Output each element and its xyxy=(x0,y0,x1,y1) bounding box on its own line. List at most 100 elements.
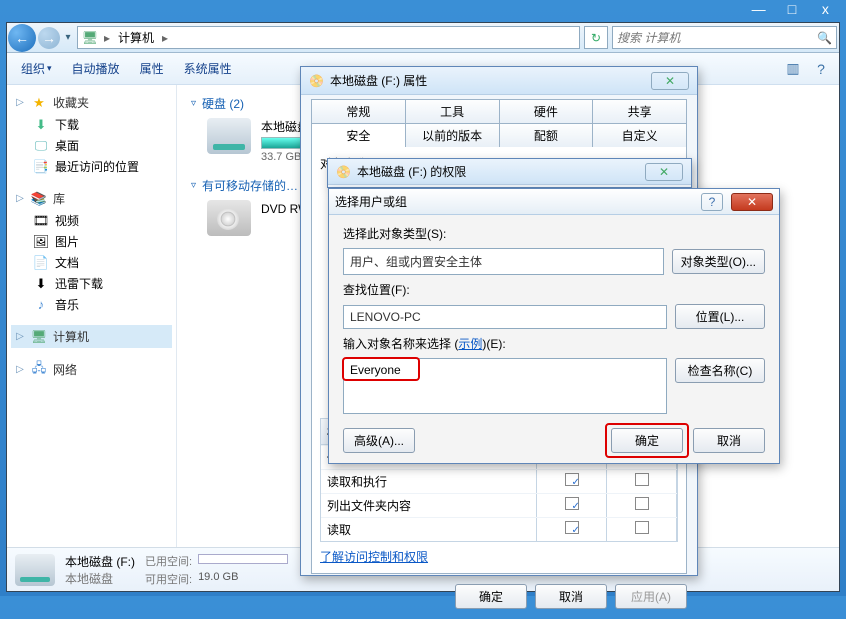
check-names-button[interactable]: 检查名称(C) xyxy=(675,358,765,383)
tab-hardware[interactable]: 硬件 xyxy=(499,99,594,123)
properties-button[interactable]: 属性 xyxy=(132,57,172,80)
free-space-value: 19.0 GB xyxy=(198,571,288,587)
permissions-dialog: 📀 本地磁盘 (F:) 的权限 ✕ xyxy=(327,158,692,188)
free-space-label: 可用空间: xyxy=(145,571,192,587)
document-icon: 📄 xyxy=(33,255,49,271)
cancel-button[interactable]: 取消 xyxy=(693,428,765,453)
breadcrumb-sep: ▸ xyxy=(102,31,112,45)
help-button[interactable]: ? xyxy=(701,193,723,211)
permissions-titlebar[interactable]: 📀 本地磁盘 (F:) 的权限 ✕ xyxy=(328,159,691,185)
recent-icon: 📑 xyxy=(33,159,49,175)
address-bar[interactable]: 🖥 ▸ 计算机 ▸ xyxy=(77,26,580,49)
search-input[interactable]: 搜索 计算机 🔍 xyxy=(612,26,837,49)
examples-link[interactable]: 示例 xyxy=(458,337,482,351)
close-icon[interactable]: ✕ xyxy=(651,72,689,90)
download-icon: ⬇ xyxy=(33,276,49,292)
nav-forward-button[interactable]: → xyxy=(38,27,60,49)
search-placeholder: 搜索 计算机 xyxy=(617,29,680,46)
close-button[interactable]: ✕ xyxy=(731,193,773,211)
libraries-group[interactable]: ▷📚库 xyxy=(11,187,172,210)
sidebar-item-network[interactable]: ▷🖧网络 xyxy=(11,358,172,381)
select-dialog-titlebar[interactable]: 选择用户或组 ? ✕ xyxy=(329,189,779,215)
properties-title: 本地磁盘 (F:) 属性 xyxy=(330,72,645,89)
tab-general[interactable]: 常规 xyxy=(311,99,406,123)
sidebar-item-desktop[interactable]: 🖵桌面 xyxy=(11,135,172,156)
organize-menu[interactable]: 组织▾ xyxy=(13,57,60,80)
minimize-button[interactable]: — xyxy=(742,0,775,20)
nav-pane: ▷★收藏夹 ⬇下载 🖵桌面 📑最近访问的位置 ▷📚库 🎞视频 🖼图片 📄文档 ⬇… xyxy=(7,85,177,547)
object-names-input[interactable]: Everyone xyxy=(343,358,667,414)
video-icon: 🎞 xyxy=(33,213,49,229)
computer-icon: 🖥 xyxy=(31,329,47,345)
system-properties-button[interactable]: 系统属性 xyxy=(176,57,240,80)
close-icon[interactable]: ✕ xyxy=(645,163,683,181)
location-value: LENOVO-PC xyxy=(343,305,667,329)
tab-customize[interactable]: 自定义 xyxy=(592,123,687,147)
enter-names-label: 输入对象名称来选择 (示例)(E): xyxy=(343,335,765,352)
sidebar-item-downloads[interactable]: ⬇下载 xyxy=(11,114,172,135)
checkbox-deny-listdir[interactable] xyxy=(635,497,649,510)
checkbox-allow-readexec[interactable]: ✓ xyxy=(565,473,579,486)
sidebar-item-pictures[interactable]: 🖼图片 xyxy=(11,231,172,252)
sidebar-item-documents[interactable]: 📄文档 xyxy=(11,252,172,273)
sidebar-item-music[interactable]: ♪音乐 xyxy=(11,294,172,315)
checkbox-allow-read[interactable]: ✓ xyxy=(565,521,579,534)
permissions-title: 本地磁盘 (F:) 的权限 xyxy=(357,163,639,180)
network-icon: 🖧 xyxy=(31,362,47,378)
sidebar-item-recent[interactable]: 📑最近访问的位置 xyxy=(11,156,172,177)
hard-drive-icon xyxy=(207,118,251,154)
checkbox-deny-readexec[interactable] xyxy=(635,473,649,486)
advanced-button[interactable]: 高级(A)... xyxy=(343,428,415,453)
desktop-icon: 🖵 xyxy=(33,138,49,154)
music-icon: ♪ xyxy=(33,297,49,313)
nav-back-button[interactable]: ← xyxy=(8,24,36,52)
used-space-bar xyxy=(198,553,288,569)
object-types-button[interactable]: 对象类型(O)... xyxy=(672,249,765,274)
select-user-dialog: 选择用户或组 ? ✕ 选择此对象类型(S): 用户、组或内置安全主体 对象类型(… xyxy=(328,188,780,464)
locations-button[interactable]: 位置(L)... xyxy=(675,304,765,329)
search-icon: 🔍 xyxy=(817,31,832,45)
refresh-button[interactable]: ↻ xyxy=(584,26,608,49)
perm-listdir: 列出文件夹内容 xyxy=(321,494,537,517)
navigation-bar: ← → ▾ 🖥 ▸ 计算机 ▸ ↻ 搜索 计算机 🔍 xyxy=(7,23,839,53)
nav-history-dropdown[interactable]: ▾ xyxy=(61,23,75,52)
highlight-annotation xyxy=(605,423,689,458)
dvd-drive-icon xyxy=(207,200,251,236)
favorites-group[interactable]: ▷★收藏夹 xyxy=(11,91,172,114)
status-type: 本地磁盘 xyxy=(65,570,135,587)
checkbox-allow-listdir[interactable]: ✓ xyxy=(565,497,579,510)
view-mode-button[interactable]: ▥ xyxy=(781,60,805,77)
tab-sharing[interactable]: 共享 xyxy=(592,99,687,123)
object-type-label: 选择此对象类型(S): xyxy=(343,225,765,242)
help-button[interactable]: ? xyxy=(809,61,833,77)
object-type-value: 用户、组或内置安全主体 xyxy=(343,248,664,275)
cancel-button[interactable]: 取消 xyxy=(535,584,607,609)
used-space-label: 已用空间: xyxy=(145,553,192,569)
tab-security[interactable]: 安全 xyxy=(311,123,406,147)
tab-tools[interactable]: 工具 xyxy=(405,99,500,123)
library-icon: 📚 xyxy=(31,191,47,207)
tab-quota[interactable]: 配额 xyxy=(499,123,594,147)
properties-titlebar[interactable]: 📀 本地磁盘 (F:) 属性 ✕ xyxy=(301,67,697,95)
learn-link[interactable]: 了解访问控制和权限 xyxy=(320,550,428,564)
drive-icon: 📀 xyxy=(309,74,324,88)
perm-readexec: 读取和执行 xyxy=(321,470,537,493)
select-dialog-title: 选择用户或组 xyxy=(335,193,693,210)
sidebar-item-video[interactable]: 🎞视频 xyxy=(11,210,172,231)
highlight-annotation xyxy=(342,357,420,381)
star-icon: ★ xyxy=(31,95,47,111)
ok-button[interactable]: 确定 xyxy=(455,584,527,609)
tab-previous-versions[interactable]: 以前的版本 xyxy=(405,123,500,147)
maximize-button[interactable]: □ xyxy=(775,0,808,20)
checkbox-deny-read[interactable] xyxy=(635,521,649,534)
breadcrumb-sep: ▸ xyxy=(160,31,170,45)
apply-button[interactable]: 应用(A) xyxy=(615,584,687,609)
location-label: 查找位置(F): xyxy=(343,281,765,298)
drive-icon: 📀 xyxy=(336,165,351,179)
close-button[interactable]: x xyxy=(809,0,842,20)
computer-icon: 🖥 xyxy=(82,30,98,46)
autoplay-button[interactable]: 自动播放 xyxy=(64,57,128,80)
breadcrumb-computer[interactable]: 计算机 xyxy=(116,29,156,46)
sidebar-item-xunlei[interactable]: ⬇迅雷下载 xyxy=(11,273,172,294)
sidebar-item-computer[interactable]: ▷🖥计算机 xyxy=(11,325,172,348)
